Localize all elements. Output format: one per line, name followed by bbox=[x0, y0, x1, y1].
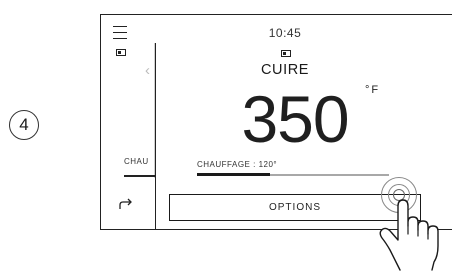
cooking-mode-title: CUIRE bbox=[260, 62, 310, 78]
step-number: 4 bbox=[19, 115, 29, 134]
temperature-unit: °F bbox=[365, 84, 381, 96]
options-button-label: OPTIONS bbox=[268, 202, 321, 213]
back-arrow-icon[interactable] bbox=[118, 197, 134, 211]
heating-progress-fill bbox=[197, 173, 270, 176]
tap-hand-icon bbox=[379, 199, 439, 271]
clock-time: 10:45 bbox=[268, 26, 302, 40]
oven-icon bbox=[281, 50, 291, 57]
background-progress-bar bbox=[124, 175, 155, 177]
dial-arc-hint: ‹ bbox=[145, 62, 150, 79]
temperature-value[interactable]: 350 bbox=[220, 86, 370, 152]
oven-icon bbox=[116, 49, 126, 56]
hamburger-icon[interactable] bbox=[113, 26, 127, 40]
step-number-badge: 4 bbox=[9, 110, 39, 140]
heating-status-label: CHAUFFAGE : 120° bbox=[197, 160, 278, 169]
background-heating-label: CHAU bbox=[124, 157, 149, 166]
